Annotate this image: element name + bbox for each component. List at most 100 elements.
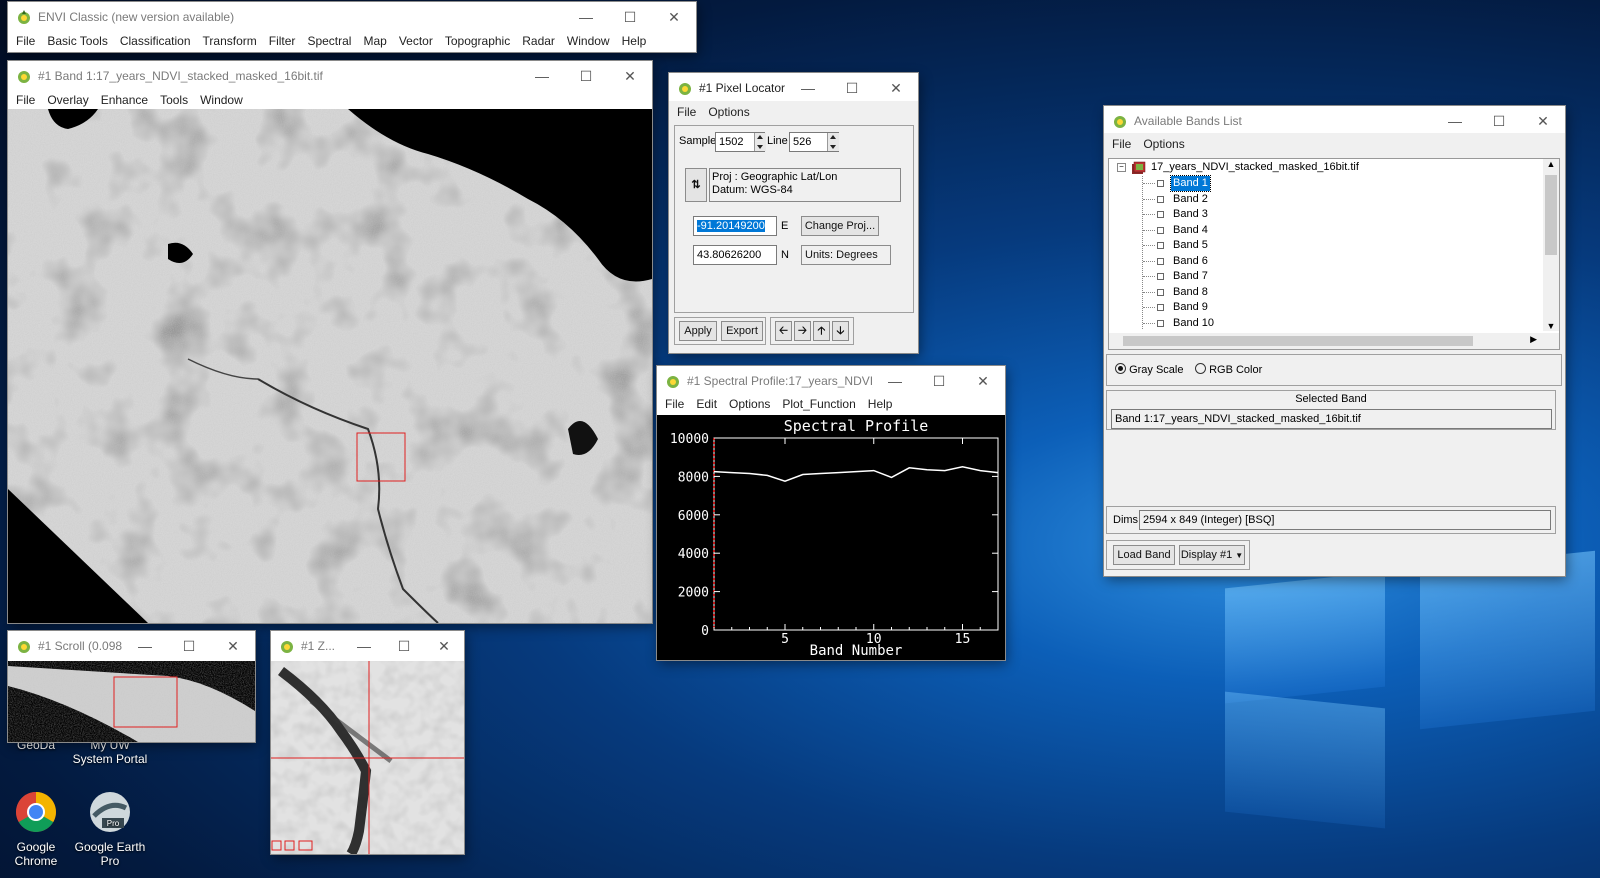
menu-basic-tools[interactable]: Basic Tools	[47, 34, 107, 48]
close-icon[interactable]: ✕	[1521, 106, 1565, 136]
menu-file[interactable]: File	[677, 105, 696, 119]
wallpaper-beam	[1225, 571, 1385, 704]
northing-input[interactable]: 43.80626200	[693, 245, 777, 265]
menu-help[interactable]: Help	[868, 397, 893, 411]
menu-options[interactable]: Options	[1143, 137, 1184, 151]
close-icon[interactable]: ✕	[961, 366, 1005, 396]
horizontal-scrollbar[interactable]: ▶	[1109, 333, 1559, 349]
menu-file[interactable]: File	[16, 93, 35, 107]
menu-window[interactable]: Window	[200, 93, 243, 107]
menu-radar[interactable]: Radar	[522, 34, 555, 48]
zoom-window-titlebar[interactable]: #1 Z... — ☐ ✕	[271, 631, 464, 661]
apply-button[interactable]: Apply	[679, 321, 717, 341]
band-tree[interactable]: − 17_years_NDVI_stacked_masked_16bit.tif…	[1108, 158, 1560, 350]
vertical-scrollbar[interactable]: ▲ ▼	[1543, 159, 1559, 331]
minimize-icon[interactable]: —	[520, 61, 564, 91]
scroll-window-titlebar[interactable]: #1 Scroll (0.098... — ☐ ✕	[8, 631, 255, 661]
spectral-profile-plot[interactable]: Spectral Profile Band Number 0 2000 4000 60…	[657, 415, 1005, 660]
minimize-icon[interactable]: —	[1433, 106, 1477, 136]
desktop-icon-google-chrome[interactable]: Google Chrome	[0, 790, 76, 868]
svg-text:Pro: Pro	[107, 819, 120, 828]
arrow-down-icon[interactable]: 🡣	[832, 321, 849, 341]
scroll-window: #1 Scroll (0.098... — ☐ ✕	[8, 631, 255, 742]
load-group: Load Band Display #1 ▼	[1106, 540, 1250, 570]
menu-vector[interactable]: Vector	[399, 34, 433, 48]
display-dropdown[interactable]: Display #1 ▼	[1179, 545, 1245, 565]
close-icon[interactable]: ✕	[874, 73, 918, 103]
menu-transform[interactable]: Transform	[203, 34, 257, 48]
minimize-icon[interactable]: —	[786, 73, 830, 103]
close-icon[interactable]: ✕	[211, 631, 255, 661]
sample-spinner[interactable]	[754, 133, 766, 151]
minimize-icon[interactable]: —	[873, 366, 917, 396]
spectral-profile-titlebar[interactable]: #1 Spectral Profile:17_years_NDVI_... — …	[657, 366, 1005, 396]
maximize-icon[interactable]: ☐	[564, 61, 608, 91]
close-icon[interactable]: ✕	[652, 2, 696, 32]
load-band-button[interactable]: Load Band	[1113, 545, 1175, 565]
export-button[interactable]: Export	[721, 321, 763, 341]
menu-spectral[interactable]: Spectral	[307, 34, 351, 48]
zoom-image-canvas[interactable]	[271, 661, 464, 854]
menu-overlay[interactable]: Overlay	[47, 93, 88, 107]
desktop-icon-my-uw[interactable]: My UW System Portal	[70, 738, 150, 766]
maximize-icon[interactable]: ☐	[608, 2, 652, 32]
y-tick-label: 2000	[678, 586, 709, 601]
ndvi-image-canvas[interactable]	[8, 109, 652, 623]
scroll-thumb[interactable]	[1545, 175, 1557, 255]
gray-scale-radio[interactable]: Gray Scale	[1115, 363, 1183, 376]
close-icon[interactable]: ✕	[424, 631, 464, 661]
minimize-icon[interactable]: —	[564, 2, 608, 32]
band-item-label: Band 6	[1173, 254, 1208, 267]
maximize-icon[interactable]: ☐	[167, 631, 211, 661]
rgb-color-radio[interactable]: RGB Color	[1195, 363, 1262, 376]
bands-list-titlebar[interactable]: Available Bands List — ☐ ✕	[1104, 106, 1565, 136]
bands-list-menubar: File Options	[1104, 133, 1565, 155]
line-spinner[interactable]	[827, 133, 839, 151]
minimize-icon[interactable]: —	[123, 631, 167, 661]
tree-leaf-icon	[1143, 245, 1155, 246]
maximize-icon[interactable]: ☐	[917, 366, 961, 396]
menu-plot-function[interactable]: Plot_Function	[782, 397, 855, 411]
scroll-thumb[interactable]	[1123, 336, 1473, 346]
arrow-left-icon[interactable]: 🡠	[775, 321, 792, 341]
envi-main-titlebar[interactable]: ENVI Classic (new version available) — ☐…	[8, 2, 696, 32]
units-dropdown[interactable]: Units: Degrees	[801, 245, 891, 265]
arrow-up-icon[interactable]: 🡡	[813, 321, 830, 341]
file-stack-icon	[1132, 161, 1146, 174]
scroll-down-icon[interactable]: ▼	[1543, 321, 1559, 331]
menu-file[interactable]: File	[16, 34, 35, 48]
menu-options[interactable]: Options	[729, 397, 770, 411]
menu-tools[interactable]: Tools	[160, 93, 188, 107]
scroll-image-canvas[interactable]	[8, 661, 255, 742]
scroll-up-icon[interactable]: ▲	[1543, 159, 1559, 173]
menu-file[interactable]: File	[665, 397, 684, 411]
maximize-icon[interactable]: ☐	[830, 73, 874, 103]
file-node-label[interactable]: 17_years_NDVI_stacked_masked_16bit.tif	[1151, 160, 1359, 175]
change-proj-button[interactable]: Change Proj...	[801, 216, 879, 236]
envi-main-window: ENVI Classic (new version available) — ☐…	[8, 2, 696, 52]
maximize-icon[interactable]: ☐	[384, 631, 424, 661]
menu-edit[interactable]: Edit	[696, 397, 717, 411]
minimize-icon[interactable]: —	[344, 631, 384, 661]
close-icon[interactable]: ✕	[608, 61, 652, 91]
maximize-icon[interactable]: ☐	[1477, 106, 1521, 136]
menu-classification[interactable]: Classification	[120, 34, 191, 48]
arrow-right-icon[interactable]: 🡢	[794, 321, 811, 341]
menu-filter[interactable]: Filter	[269, 34, 296, 48]
swap-projection-button[interactable]: ⇅	[685, 168, 707, 202]
desktop-icon-google-earth-pro[interactable]: Pro Google Earth Pro	[70, 790, 150, 868]
menu-topographic[interactable]: Topographic	[445, 34, 510, 48]
menu-map[interactable]: Map	[363, 34, 386, 48]
selected-band-header: Selected Band	[1295, 393, 1367, 405]
image-window-titlebar[interactable]: #1 Band 1:17_years_NDVI_stacked_masked_1…	[8, 61, 652, 91]
easting-input[interactable]: -91.20149200	[693, 216, 777, 236]
pixel-locator-titlebar[interactable]: #1 Pixel Locator — ☐ ✕	[669, 73, 918, 103]
menu-enhance[interactable]: Enhance	[101, 93, 148, 107]
menu-file[interactable]: File	[1112, 137, 1131, 151]
menu-options[interactable]: Options	[708, 105, 749, 119]
scroll-right-icon[interactable]: ▶	[1530, 334, 1537, 345]
menu-window[interactable]: Window	[567, 34, 610, 48]
menu-help[interactable]: Help	[622, 34, 647, 48]
tree-collapse-icon[interactable]: −	[1117, 163, 1126, 172]
band-leaf-icon	[1157, 257, 1164, 265]
